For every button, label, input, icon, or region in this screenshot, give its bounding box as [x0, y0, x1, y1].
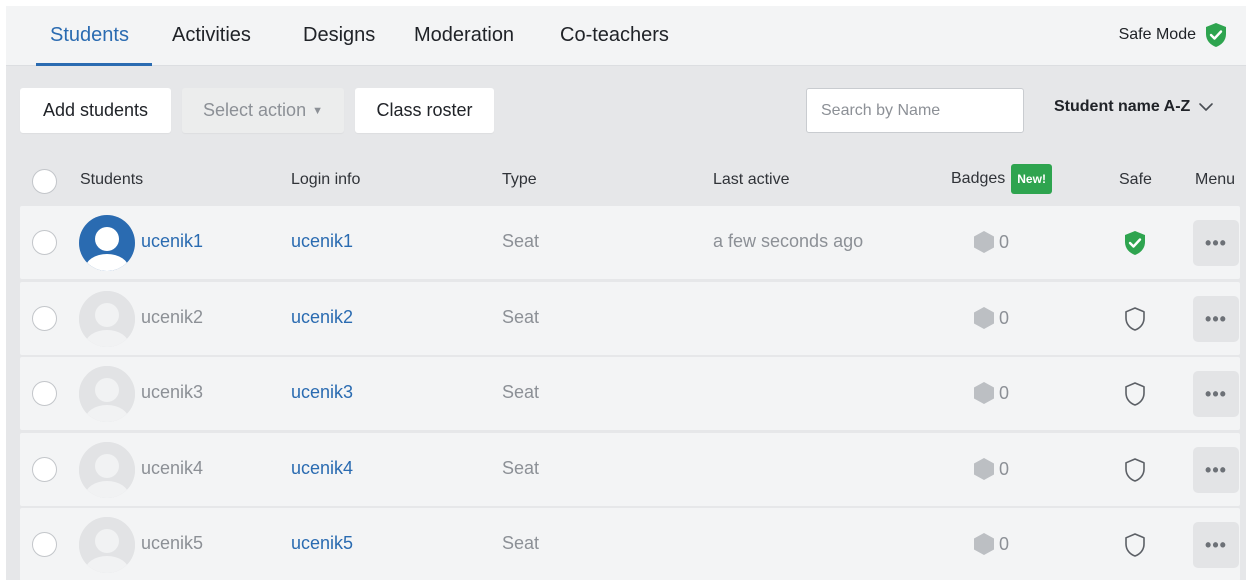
row-menu-button[interactable]: •••: [1193, 522, 1239, 568]
student-type: Seat: [502, 458, 540, 478]
tab-students[interactable]: Students: [50, 22, 129, 48]
badge-hexagon-icon: [974, 231, 994, 253]
avatar: [79, 215, 135, 271]
tab-activities[interactable]: Activities: [172, 22, 251, 48]
badge-hexagon-icon: [974, 307, 994, 329]
login-info-link[interactable]: ucenik5: [291, 533, 353, 554]
badge-hexagon-icon: [974, 533, 994, 555]
shield-check-icon: [1206, 23, 1226, 47]
last-active: a few seconds ago: [713, 231, 864, 251]
add-students-label: Add students: [42, 100, 149, 120]
row-menu-button[interactable]: •••: [1193, 447, 1239, 493]
table-row[interactable]: ucenik5 ucenik5 Seat 0 •••: [20, 508, 1240, 580]
student-name[interactable]: ucenik4: [141, 458, 203, 479]
new-badge: New!: [1011, 164, 1052, 194]
badge-hexagon-icon: [974, 382, 994, 404]
shield-outline-icon[interactable]: [1123, 532, 1147, 558]
row-menu-button[interactable]: •••: [1193, 220, 1239, 266]
sort-dropdown[interactable]: Student name A-Z: [1054, 98, 1214, 116]
students-page: Students Activities Designs Moderation C…: [6, 6, 1246, 580]
class-roster-button[interactable]: Class roster: [355, 88, 494, 133]
select-all-checkbox[interactable]: [32, 169, 57, 194]
student-type: Seat: [502, 533, 540, 553]
column-header-safe: Safe: [1119, 171, 1152, 188]
student-name[interactable]: ucenik5: [141, 533, 203, 554]
student-type: Seat: [502, 382, 540, 402]
badge-count-value: 0: [999, 533, 1010, 554]
shield-outline-icon[interactable]: [1123, 457, 1147, 483]
avatar: [79, 442, 135, 498]
column-header-last-active: Last active: [713, 171, 790, 188]
login-info-link[interactable]: ucenik4: [291, 458, 353, 479]
avatar: [79, 366, 135, 422]
avatar: [79, 517, 135, 573]
row-menu-button[interactable]: •••: [1193, 371, 1239, 417]
shield-outline-icon[interactable]: [1123, 306, 1147, 332]
badge-count: 0: [973, 230, 1009, 254]
search-input[interactable]: [806, 88, 1024, 133]
column-header-badges: Badges New!: [951, 164, 1052, 194]
student-type: Seat: [502, 231, 540, 251]
badge-count: 0: [973, 457, 1009, 481]
table-row[interactable]: ucenik1 ucenik1 Seat a few seconds ago 0…: [20, 206, 1240, 279]
table-row[interactable]: ucenik4 ucenik4 Seat 0 •••: [20, 433, 1240, 506]
badge-count-value: 0: [999, 231, 1010, 252]
column-header-type: Type: [502, 171, 537, 188]
login-info-link[interactable]: ucenik2: [291, 307, 353, 328]
badge-count: 0: [973, 306, 1009, 330]
badges-header-label: Badges: [951, 170, 1006, 188]
add-students-button[interactable]: Add students: [20, 88, 171, 133]
row-menu-button[interactable]: •••: [1193, 296, 1239, 342]
login-info-link[interactable]: ucenik3: [291, 382, 353, 403]
class-roster-label: Class roster: [376, 100, 473, 120]
table-row[interactable]: ucenik3 ucenik3 Seat 0 •••: [20, 357, 1240, 430]
column-header-students[interactable]: Students: [80, 171, 143, 189]
badge-count-value: 0: [999, 307, 1010, 328]
badge-count: 0: [973, 381, 1009, 405]
badge-hexagon-icon: [974, 458, 994, 480]
row-select-checkbox[interactable]: [32, 381, 57, 406]
badge-count-value: 0: [999, 458, 1010, 479]
select-action-dropdown[interactable]: Select action ▼: [182, 88, 344, 133]
sort-label: Student name A-Z: [1054, 98, 1191, 115]
caret-down-icon: ▼: [312, 104, 323, 117]
row-select-checkbox[interactable]: [32, 230, 57, 255]
row-select-checkbox[interactable]: [32, 532, 57, 557]
student-name[interactable]: ucenik3: [141, 382, 203, 403]
tab-designs[interactable]: Designs: [303, 22, 375, 48]
column-header-menu: Menu: [1195, 171, 1236, 188]
student-type: Seat: [502, 307, 540, 327]
table-row[interactable]: ucenik2 ucenik2 Seat 0 •••: [20, 282, 1240, 355]
safe-mode-toggle[interactable]: Safe Mode: [1119, 22, 1228, 48]
badge-count: 0: [973, 532, 1009, 556]
login-info-link[interactable]: ucenik1: [291, 231, 353, 252]
chevron-down-icon: [1199, 103, 1214, 111]
select-action-label: Select action: [203, 100, 307, 120]
row-select-checkbox[interactable]: [32, 457, 57, 482]
badge-count-value: 0: [999, 382, 1010, 403]
tab-co-teachers[interactable]: Co-teachers: [560, 22, 669, 48]
student-name[interactable]: ucenik1: [141, 231, 203, 252]
row-select-checkbox[interactable]: [32, 306, 57, 331]
avatar: [79, 291, 135, 347]
student-name[interactable]: ucenik2: [141, 307, 203, 328]
active-tab-indicator: [36, 63, 152, 66]
top-tab-bar: Students Activities Designs Moderation C…: [6, 6, 1246, 66]
safe-mode-label: Safe Mode: [1118, 26, 1196, 43]
shield-outline-icon[interactable]: [1123, 381, 1147, 407]
tab-moderation[interactable]: Moderation: [414, 22, 514, 48]
column-header-login-info: Login info: [291, 171, 361, 188]
shield-check-icon[interactable]: [1123, 230, 1147, 256]
